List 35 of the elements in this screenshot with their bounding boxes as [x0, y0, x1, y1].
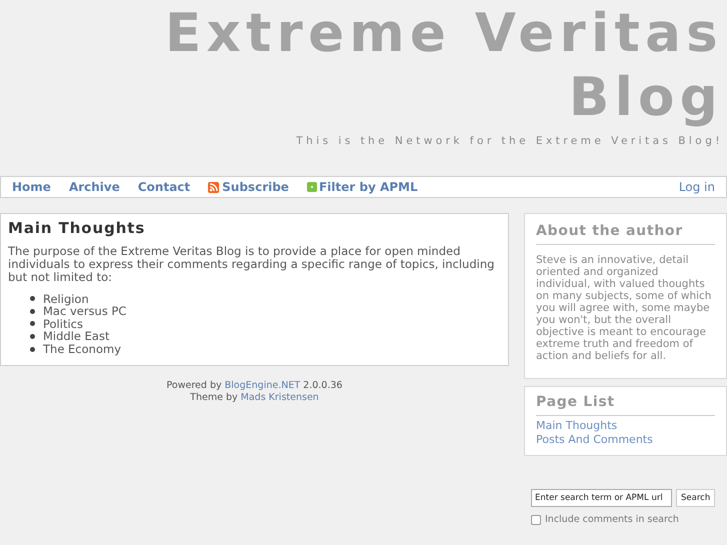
bullet-icon	[30, 334, 35, 340]
topic-item: Mac versus PC	[43, 305, 126, 318]
bullet-icon	[30, 321, 35, 326]
nav-link[interactable]: Subscribe	[208, 178, 289, 196]
page-link[interactable]: Main Thoughts	[536, 419, 618, 433]
bullet-icon	[30, 346, 35, 352]
credit-link[interactable]: BlogEngine.NET	[224, 380, 300, 391]
include-comments-checkbox[interactable]	[531, 515, 541, 526]
topic-item: Middle East	[43, 330, 110, 343]
blog-tagline: This is the Network for the Extreme Veritas Blog!	[296, 134, 723, 149]
nav-link[interactable]: Home	[12, 178, 51, 196]
topic-item: Politics	[43, 318, 83, 330]
page-link[interactable]: Posts And Comments	[536, 433, 653, 447]
search-button[interactable]: Search	[676, 489, 716, 507]
nav-link[interactable]: Filter by APML	[306, 178, 418, 196]
login-link[interactable]: Log in	[678, 178, 715, 196]
nav-link[interactable]: Archive	[68, 178, 120, 196]
bullet-icon	[30, 296, 35, 302]
post-body: The purpose of the Extreme Veritas Blog is to provide a place for open minded individuals to express their comments regarding a specific range of topics, including but not limited to:	[8, 244, 496, 284]
credit-link[interactable]: Mads Kristensen	[240, 392, 319, 403]
footer-credit: Theme by Mads Kristensen	[190, 392, 319, 404]
widget-title: Page List	[536, 392, 715, 416]
nav-link[interactable]: Contact	[138, 178, 190, 196]
apml-icon	[306, 182, 317, 192]
widget-title: About the author	[536, 221, 715, 245]
bullet-icon	[30, 308, 35, 314]
rss-icon	[208, 182, 220, 192]
topic-item: The Economy	[43, 342, 122, 356]
topic-item: Religion	[43, 292, 89, 306]
footer-credit: Powered by BlogEngine.NET 2.0.0.36	[166, 380, 342, 392]
blog-title: Extreme Veritas Blog	[164, 2, 723, 130]
post-title: Main Thoughts	[8, 218, 146, 239]
search-field[interactable]: Enter search term or APML url	[531, 489, 672, 507]
author-bio: Steve is an innovative, detail oriented and organized individual, with valued thoughts on many subjects, some of which you will agree with, some maybe you won't, but the overall objective is meant to encourage extreme truth and freedom of action and beliefs for all.	[536, 254, 712, 362]
checkbox-label: Include comments in search	[545, 513, 679, 527]
